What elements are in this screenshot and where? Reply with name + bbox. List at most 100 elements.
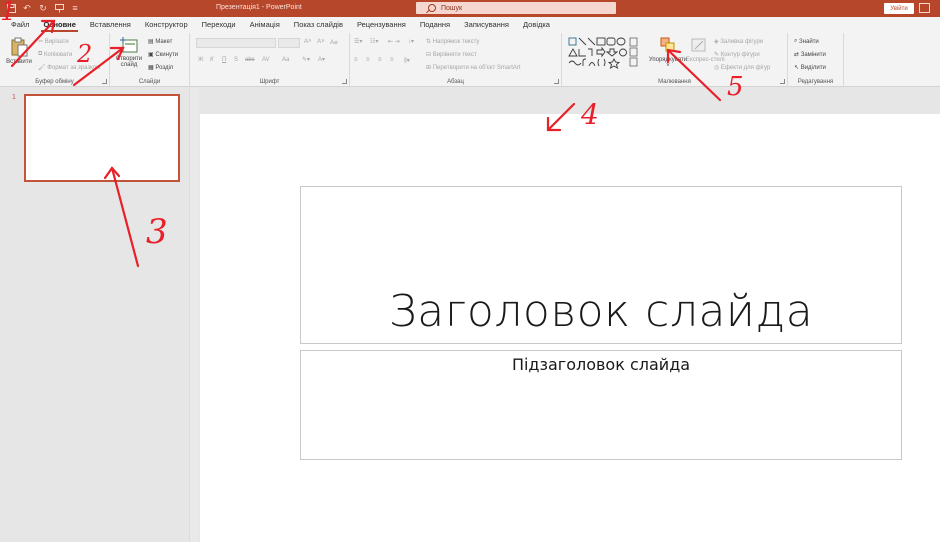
- paragraph-group-label: Абзац: [447, 79, 464, 85]
- justify-icon[interactable]: ≡: [390, 57, 394, 63]
- shapes-gallery[interactable]: [568, 37, 640, 69]
- align-center-icon[interactable]: ≡: [366, 57, 370, 63]
- layout-button[interactable]: ▤ Макет: [148, 38, 172, 45]
- convert-smartart-button[interactable]: ⊞ Перетворити на об'єкт SmartArt: [426, 64, 521, 71]
- indent-icon[interactable]: ⇤ ⇥: [388, 38, 400, 45]
- slides-group-label: Слайди: [138, 79, 161, 85]
- tab-slideshow[interactable]: Показ слайдів: [287, 20, 350, 33]
- align-text-button[interactable]: ⊟ Вирівняти текст: [426, 51, 477, 58]
- slide-thumbnails-pane: 1: [0, 88, 189, 542]
- powerpoint-window: ↶ ↻ ≡ Презентація1 - PowerPoint Пошук Ув…: [0, 0, 940, 542]
- tab-animations[interactable]: Анімація: [243, 20, 287, 33]
- format-painter-icon: 🖌: [38, 65, 46, 71]
- shape-outline-button[interactable]: ✎ Контур фігури: [714, 51, 760, 58]
- bullets-icon[interactable]: ☰▾: [354, 38, 362, 45]
- group-drawing: Упорядкувати ˅ Експрес-стилі ◈ Заливка ф…: [562, 33, 788, 87]
- drawing-launcher-icon[interactable]: [780, 79, 785, 84]
- subtitle-placeholder[interactable]: Підзаголовок слайда: [300, 350, 902, 460]
- line-spacing-icon[interactable]: ↕▾: [408, 38, 414, 45]
- pencil-icon: ✎: [714, 52, 720, 58]
- copy-label: Копіювати: [43, 52, 73, 59]
- italic-button[interactable]: К: [210, 57, 214, 63]
- replace-label: Замінити: [800, 52, 826, 59]
- tab-recording[interactable]: Записування: [457, 20, 516, 33]
- bold-button[interactable]: Ж: [198, 57, 204, 63]
- tab-view[interactable]: Подання: [413, 20, 457, 33]
- title-placeholder[interactable]: Заголовок слайда: [300, 186, 902, 344]
- copy-button[interactable]: ⧉ Копіювати: [38, 51, 72, 58]
- slide[interactable]: Заголовок слайда Підзаголовок слайда: [200, 114, 940, 542]
- quick-styles-button[interactable]: Експрес-стилі: [686, 37, 725, 63]
- align-right-icon[interactable]: ≡: [378, 57, 382, 63]
- paste-icon: [11, 37, 28, 57]
- shrink-font-icon[interactable]: A˅: [317, 39, 325, 45]
- align-text-label: Вирівняти текст: [432, 52, 477, 59]
- text-direction-label: Напрямок тексту: [432, 39, 480, 46]
- ribbon-display-options-icon[interactable]: [919, 3, 930, 13]
- font-launcher-icon[interactable]: [342, 79, 347, 84]
- underline-button[interactable]: П: [222, 57, 226, 63]
- search-placeholder: Пошук: [441, 4, 463, 12]
- tab-insert[interactable]: Вставлення: [83, 20, 138, 33]
- new-slide-button[interactable]: Створити слайд: [114, 37, 144, 68]
- align-left-icon[interactable]: ≡: [354, 57, 358, 63]
- arrange-button[interactable]: Упорядкувати ˅: [648, 37, 688, 69]
- shadow-button[interactable]: S: [234, 57, 238, 63]
- reset-label: Скинути: [155, 52, 179, 59]
- select-button[interactable]: ↖ Виділити: [794, 64, 826, 71]
- sign-in-button[interactable]: Увійти: [884, 3, 914, 14]
- clipboard-launcher-icon[interactable]: [102, 79, 107, 84]
- find-button[interactable]: ⌕ Знайти: [794, 38, 819, 45]
- text-direction-button[interactable]: ⇅ Напрямок тексту: [426, 38, 479, 45]
- tab-review[interactable]: Рецензування: [350, 20, 413, 33]
- font-group-label: Шрифт: [259, 79, 280, 85]
- customize-icon[interactable]: ≡: [70, 4, 80, 14]
- clear-format-icon[interactable]: A⌀: [330, 39, 338, 46]
- undo-icon[interactable]: ↶: [22, 4, 32, 14]
- char-spacing-button[interactable]: AV: [262, 57, 270, 63]
- font-color-icon[interactable]: A▾: [318, 56, 325, 63]
- paste-button[interactable]: Вставити: [6, 37, 32, 73]
- cut-button[interactable]: ✂ Вирізати: [38, 38, 69, 45]
- new-slide-label-2: слайд: [120, 62, 138, 68]
- format-painter-label: Формат за зразком: [47, 65, 101, 72]
- redo-icon[interactable]: ↻: [38, 4, 48, 14]
- change-case-button[interactable]: Aa: [282, 57, 289, 63]
- shape-fill-button[interactable]: ◈ Заливка фігури: [714, 38, 763, 45]
- arrange-icon: [660, 37, 675, 52]
- grow-font-icon[interactable]: A˄: [304, 39, 312, 45]
- paragraph-launcher-icon[interactable]: [554, 79, 559, 84]
- search-box[interactable]: Пошук: [416, 2, 616, 14]
- strikethrough-button[interactable]: abc: [245, 57, 255, 63]
- tab-home[interactable]: Основне: [36, 20, 82, 33]
- tab-help[interactable]: Довідка: [516, 20, 557, 33]
- font-size-combo[interactable]: [278, 38, 300, 48]
- search-icon: [428, 4, 436, 12]
- annotation-number-5: 5: [727, 72, 744, 102]
- reset-button[interactable]: ▣ Скинути: [148, 51, 178, 58]
- tab-transitions[interactable]: Переходи: [195, 20, 243, 33]
- present-icon[interactable]: [54, 4, 64, 14]
- pane-splitter[interactable]: [189, 88, 199, 542]
- group-font: A˄ A˅ A⌀ Ж К П S abc AV Aa ✎▾ A▾ Шрифт: [190, 33, 350, 87]
- section-button[interactable]: ▦ Розділ: [148, 64, 173, 71]
- replace-button[interactable]: ⇄ Замінити: [794, 51, 826, 58]
- section-label: Розділ: [155, 65, 174, 72]
- ribbon: Вставити ✂ Вирізати ⧉ Копіювати 🖌 Формат…: [0, 33, 940, 87]
- highlight-icon[interactable]: ✎▾: [302, 56, 310, 63]
- numbering-icon[interactable]: ☷▾: [370, 38, 378, 45]
- convert-smartart-label: Перетворити на об'єкт SmartArt: [432, 65, 521, 72]
- annotation-number-3: 3: [146, 212, 168, 252]
- scissors-icon: ✂: [38, 39, 44, 45]
- clipboard-group-label: Буфер обміну: [35, 79, 74, 85]
- tab-design[interactable]: Конструктор: [138, 20, 195, 33]
- arrange-chevron-icon: ˅: [666, 63, 670, 69]
- shape-fill-label: Заливка фігури: [720, 39, 764, 46]
- shape-effects-button[interactable]: ◎ Ефекти для фігур: [714, 64, 770, 71]
- quick-styles-icon: [691, 38, 706, 52]
- columns-icon[interactable]: ⫼▾: [404, 57, 410, 65]
- text-direction-icon: ⇅: [426, 39, 432, 45]
- group-slides: Створити слайд ▤ Макет ▣ Скинути ▦ Розді…: [110, 33, 190, 87]
- slide-thumbnail[interactable]: [24, 94, 180, 182]
- font-name-combo[interactable]: [196, 38, 276, 48]
